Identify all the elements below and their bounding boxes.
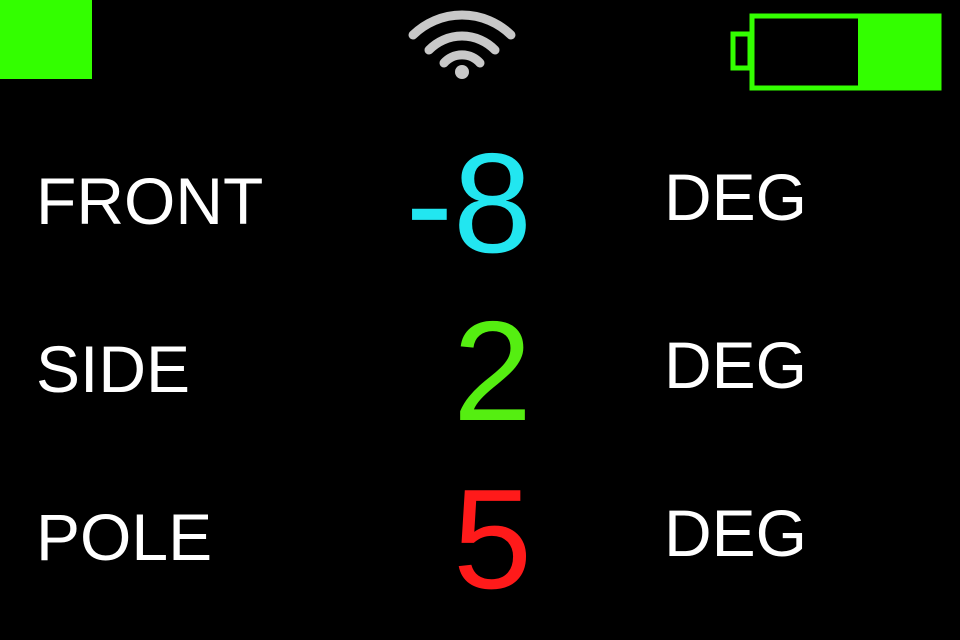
reading-unit-front: DEG [664,160,808,234]
reading-value-front: -8 [405,124,532,283]
battery-icon-graphic [730,13,942,91]
wifi-icon [405,0,519,84]
status-indicator [0,0,92,79]
reading-label-pole: POLE [36,500,213,574]
reading-row-front: FRONT -8 DEG [0,130,960,280]
reading-value-pole: 5 [453,460,532,619]
reading-row-side: SIDE 2 DEG [0,298,960,448]
reading-label-front: FRONT [36,164,264,238]
reading-value-side: 2 [453,292,532,451]
reading-unit-side: DEG [664,328,808,402]
reading-label-side: SIDE [36,332,191,406]
reading-unit-pole: DEG [664,496,808,570]
wifi-icon-graphic [408,10,516,79]
battery-icon [730,12,945,92]
reading-row-pole: POLE 5 DEG [0,466,960,616]
